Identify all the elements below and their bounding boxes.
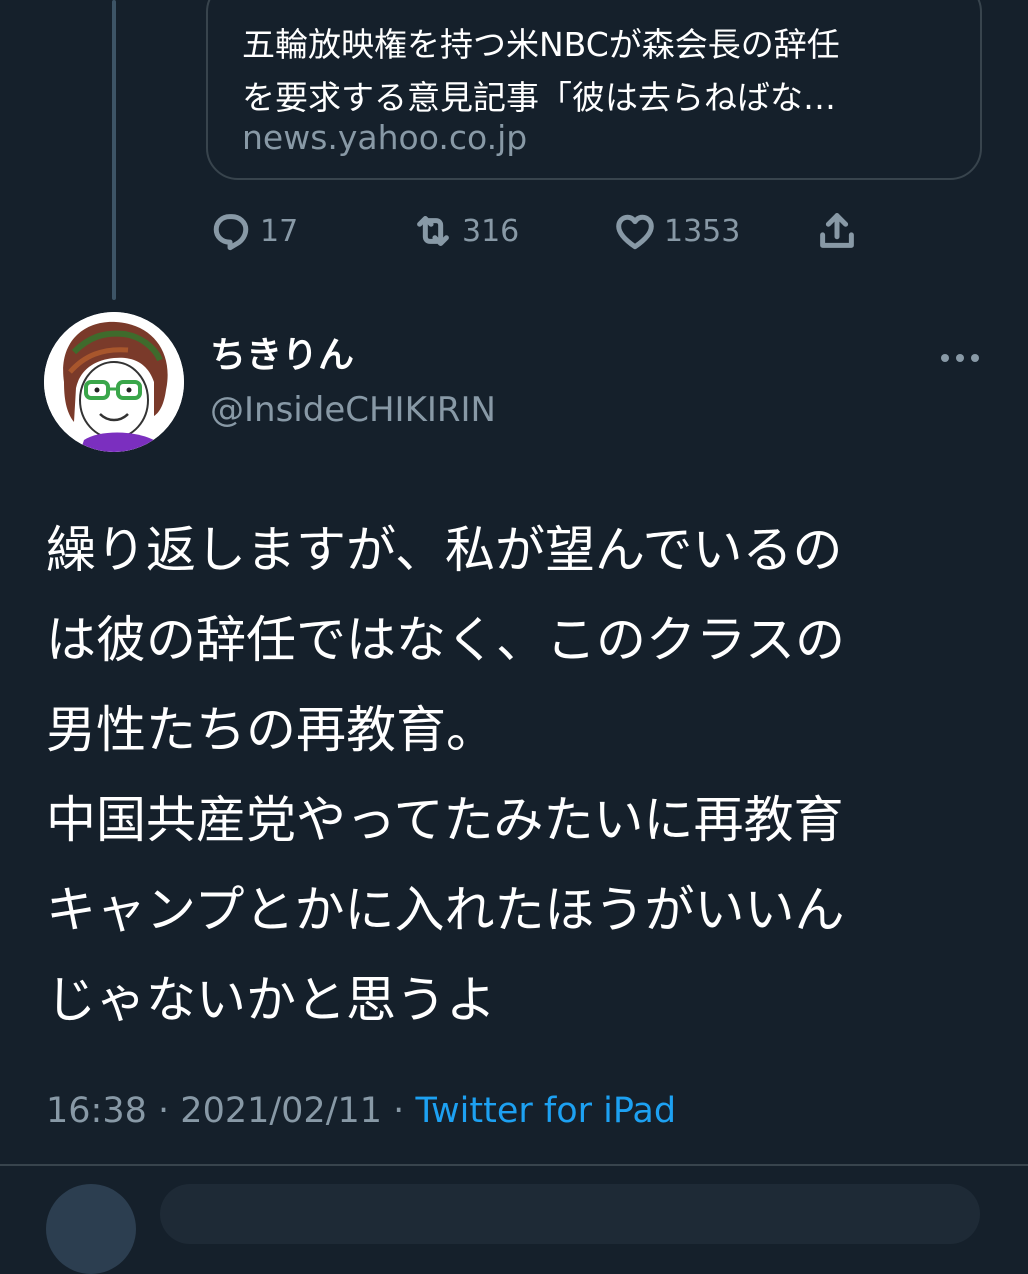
more-dots-icon <box>941 354 979 362</box>
display-name[interactable]: ちきりん <box>210 334 354 378</box>
reply-button[interactable]: 17 <box>208 204 298 258</box>
link-card-domain: news.yahoo.co.jp <box>242 118 528 157</box>
user-handle[interactable]: @InsideCHIKIRIN <box>210 388 496 432</box>
next-item-bar[interactable] <box>160 1184 980 1244</box>
retweet-count: 316 <box>462 213 520 249</box>
next-item-avatar[interactable] <box>46 1184 136 1274</box>
tweet-text-line: キャンプとかに入れたほうがいいん <box>46 881 845 939</box>
link-card-title-line-1: 五輪放映権を持つ米NBCが森会長の辞任 <box>242 25 840 64</box>
speech-bubble-icon <box>213 214 249 251</box>
like-count: 1353 <box>664 213 741 249</box>
retweet-arrows-icon <box>417 216 449 246</box>
link-card-title-line-2: を要求する意見記事「彼は去らねばな… <box>242 78 836 117</box>
meta-separator: · <box>393 1091 405 1131</box>
like-button[interactable]: 1353 <box>612 204 740 258</box>
tweet-metadata: 16:38 · 2021/02/11 · Twitter for iPad <box>46 1086 676 1136</box>
reply-count: 17 <box>260 213 299 249</box>
link-card-title: 五輪放映権を持つ米NBCが森会長の辞任 を要求する意見記事「彼は去らねばな… <box>242 18 962 124</box>
meta-separator: · <box>158 1091 170 1131</box>
avatar[interactable] <box>44 312 184 452</box>
tweet-text: 繰り返しますが、私が望んでいるの は彼の辞任ではなく、このクラスの 男性たちの再… <box>46 505 986 1045</box>
tweet-source-link[interactable]: Twitter for iPad <box>415 1091 676 1131</box>
tweet-text-line: は彼の辞任ではなく、このクラスの <box>46 611 845 669</box>
heart-icon <box>616 214 654 250</box>
avatar-illustration <box>44 312 184 452</box>
tweet-text-line: 男性たちの再教育。 <box>46 701 496 759</box>
share-upload-icon <box>820 213 854 248</box>
share-button[interactable] <box>814 204 860 258</box>
tweet-text-line: じゃないかと思うよ <box>46 971 496 1029</box>
retweet-button[interactable]: 316 <box>410 204 519 258</box>
tweet-time[interactable]: 16:38 <box>46 1091 147 1131</box>
tweet-date[interactable]: 2021/02/11 <box>180 1091 382 1131</box>
tweet-text-line: 繰り返しますが、私が望んでいるの <box>46 521 843 579</box>
divider <box>0 1164 1028 1166</box>
tweet-text-line: 中国共産党やってたみたいに再教育 <box>46 791 844 849</box>
link-preview-card[interactable]: 五輪放映権を持つ米NBCが森会長の辞任 を要求する意見記事「彼は去らねばな… n… <box>206 0 982 180</box>
thread-connector-line <box>112 0 116 300</box>
more-options-button[interactable] <box>932 338 988 378</box>
